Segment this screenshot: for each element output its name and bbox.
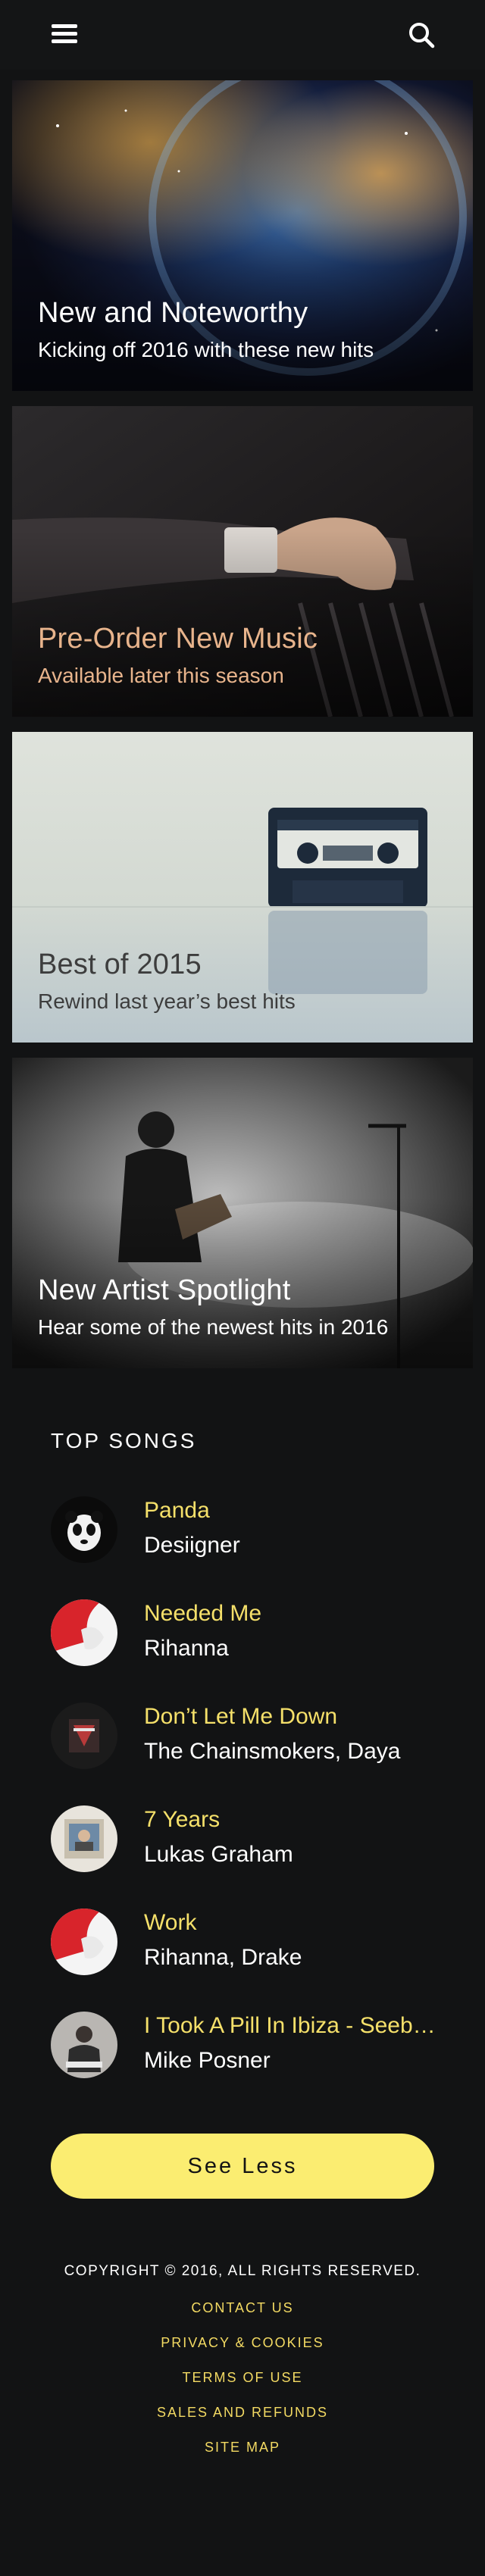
song-title: I Took A Pill In Ibiza - Seeb… — [144, 2013, 436, 2038]
song-title: 7 Years — [144, 1807, 221, 1832]
album-art-work — [51, 1909, 117, 1975]
song-item[interactable]: I Took A Pill In Ibiza - Seeb… Mike Posn… — [51, 2012, 445, 2087]
song-artist: Lukas Graham — [144, 1842, 293, 1867]
footer-link-privacy-cookies[interactable]: PRIVACY & COOKIES — [0, 2335, 485, 2351]
top-songs-heading: TOP SONGS — [51, 1429, 197, 1452]
feature-card-new-artist-spotlight[interactable]: New Artist Spotlight Hear some of the ne… — [12, 1058, 473, 1368]
album-art-dont-let-me-down — [51, 1702, 117, 1769]
copyright-text: COPYRIGHT © 2016, ALL RIGHTS RESERVED. — [64, 2263, 421, 2279]
song-title: Panda — [144, 1498, 210, 1523]
song-artist: The Chainsmokers, Daya — [144, 1739, 401, 1764]
song-item[interactable]: Don’t Let Me Down The Chainsmokers, Daya — [51, 1702, 445, 1778]
footer-link-site-map[interactable]: SITE MAP — [0, 2440, 485, 2456]
feature-card-best-of-2015[interactable]: Best of 2015 Rewind last year’s best hit… — [12, 732, 473, 1043]
footer-link-terms-of-use[interactable]: TERMS OF USE — [0, 2370, 485, 2386]
see-less-button[interactable]: See Less — [51, 2134, 434, 2199]
card-title: New and Noteworthy — [38, 297, 308, 329]
song-item[interactable]: Work Rihanna, Drake — [51, 1909, 445, 1984]
card-title: New Artist Spotlight — [38, 1274, 291, 1306]
song-item[interactable]: 7 Years Lukas Graham — [51, 1805, 445, 1881]
hamburger-menu-icon[interactable] — [50, 23, 80, 47]
top-bar — [0, 0, 485, 70]
song-item[interactable]: Panda Desiigner — [51, 1496, 445, 1572]
card-subtitle: Available later this season — [38, 664, 284, 687]
album-art-7-years — [51, 1805, 117, 1872]
album-art-i-took-a-pill — [51, 2012, 117, 2078]
album-art-panda — [51, 1496, 117, 1563]
song-artist: Desiigner — [144, 1533, 240, 1558]
song-title: Work — [144, 1910, 197, 1935]
card-title: Pre-Order New Music — [38, 623, 318, 655]
song-title: Needed Me — [144, 1601, 262, 1626]
card-title: Best of 2015 — [38, 949, 202, 980]
feature-card-new-and-noteworthy[interactable]: New and Noteworthy Kicking off 2016 with… — [12, 80, 473, 391]
song-title: Don’t Let Me Down — [144, 1704, 338, 1729]
song-artist: Mike Posner — [144, 2048, 271, 2073]
card-subtitle: Hear some of the newest hits in 2016 — [38, 1315, 389, 1339]
album-art-needed-me — [51, 1599, 117, 1666]
song-artist: Rihanna, Drake — [144, 1945, 302, 1970]
song-artist: Rihanna — [144, 1636, 229, 1661]
search-icon[interactable] — [406, 20, 436, 50]
feature-card-pre-order[interactable]: Pre-Order New Music Available later this… — [12, 406, 473, 717]
song-item[interactable]: Needed Me Rihanna — [51, 1599, 445, 1675]
card-subtitle: Kicking off 2016 with these new hits — [38, 338, 374, 361]
footer-link-contact-us[interactable]: CONTACT US — [0, 2300, 485, 2316]
card-subtitle: Rewind last year’s best hits — [38, 989, 296, 1013]
footer-link-sales-refunds[interactable]: SALES AND REFUNDS — [0, 2405, 485, 2421]
